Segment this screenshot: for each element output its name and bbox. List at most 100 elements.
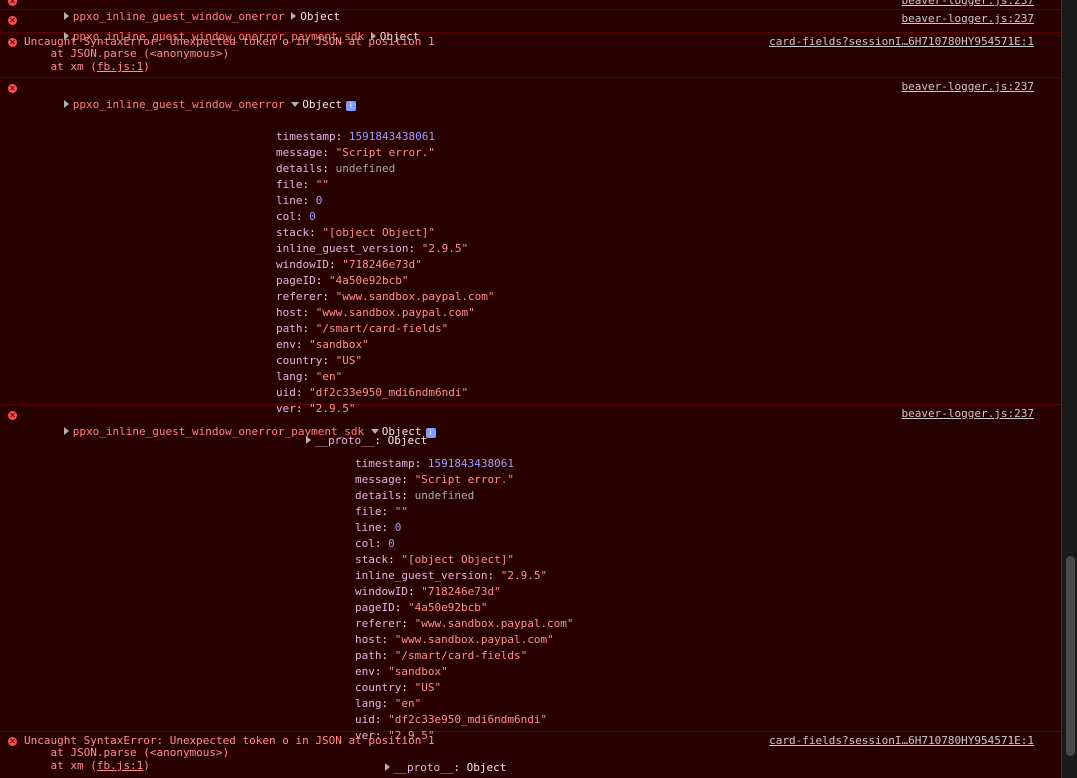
property-colon: : [388,553,402,566]
property-value: "/smart/card-fields" [315,322,449,335]
property-colon: : [407,585,422,598]
stack-source-link[interactable]: fb.js:1 [97,759,143,772]
property-key: inline_guest_version [355,569,488,582]
object-label[interactable]: Object [382,425,422,438]
property-row: path: "/smart/card-fields" [276,321,1062,337]
property-colon: : [335,130,349,143]
property-value: "" [394,505,408,518]
property-row: pageID: "4a50e92bcb" [276,273,1062,289]
property-row: stack: "[object Object]" [276,225,1062,241]
event-name: ppxo_inline_guest_window_onerror_payment… [72,425,365,438]
property-key: country [355,681,402,694]
property-value: "[object Object]" [322,226,435,239]
property-row: country: "US" [276,353,1062,369]
source-link[interactable]: card-fields?sessionI…6H710780HY954571E:1 [769,34,1034,50]
property-key: env [355,665,375,678]
triangle-right-icon[interactable] [63,100,69,108]
property-value: "US" [414,681,442,694]
property-key: uid [355,713,375,726]
property-value: "en" [315,370,343,383]
property-key: timestamp [355,457,415,470]
property-key: details [355,489,402,502]
property-row: line: 0 [276,193,1062,209]
property-colon: : [295,210,310,223]
property-key: col [355,537,375,550]
property-row: file: "" [355,504,1062,520]
property-key: file [355,505,382,518]
property-colon: : [394,601,408,614]
vertical-scrollbar[interactable] [1061,0,1077,778]
property-colon: : [302,306,316,319]
property-key: windowID [355,585,408,598]
property-row: env: "sandbox" [355,664,1062,680]
property-colon: : [309,226,323,239]
property-colon: : [381,697,395,710]
source-link[interactable]: beaver-logger.js:237 [902,406,1034,422]
property-value: "df2c33e950_mdi6ndm6ndi" [388,713,548,726]
property-value: "www.sandbox.paypal.com" [335,290,495,303]
property-row: lang: "en" [355,696,1062,712]
console-message: ✕ ppxo_inline_guest_window_onerror Objec… [0,0,1062,23]
source-link[interactable]: beaver-logger.js:237 [902,79,1034,95]
property-row: pageID: "4a50e92bcb" [355,600,1062,616]
property-colon: : [322,290,336,303]
property-row: col: 0 [355,536,1062,552]
info-icon[interactable]: i [346,101,357,111]
property-colon: : [401,473,415,486]
object-label[interactable]: Object [302,98,342,111]
triangle-down-icon[interactable] [291,102,300,107]
property-value: "[object Object]" [401,553,514,566]
property-key: stack [355,553,389,566]
property-key: line [276,194,303,207]
property-row: timestamp: 1591843438061 [355,456,1062,472]
syntax-error-message: ✕ Uncaught SyntaxError: Unexpected token… [0,732,1062,776]
property-row: message: "Script error." [355,472,1062,488]
object-properties: timestamp: 1591843438061 message: "Script… [0,456,1062,744]
property-key: file [276,178,303,191]
stack-suffix: ) [143,759,150,772]
property-colon: : [302,322,316,335]
property-row: host: "www.sandbox.paypal.com" [355,632,1062,648]
property-value: "4a50e92bcb" [408,601,488,614]
property-colon: : [401,617,415,630]
triangle-right-icon[interactable] [63,427,69,435]
property-row: timestamp: 1591843438061 [276,129,1062,145]
property-colon: : [374,537,389,550]
error-circle-icon: ✕ [8,411,17,420]
property-value: 1591843438061 [348,130,435,143]
property-colon: : [401,489,415,502]
property-key: windowID [276,258,329,271]
property-key: message [355,473,402,486]
source-link[interactable]: beaver-logger.js:237 [902,11,1034,27]
property-colon: : [315,274,329,287]
property-value: "www.sandbox.paypal.com" [394,633,554,646]
property-key: path [355,649,382,662]
property-row: details: undefined [276,161,1062,177]
scrollbar-thumb[interactable] [1066,556,1075,756]
property-value: "2.9.5" [500,569,548,582]
property-key: uid [276,386,296,399]
info-icon[interactable]: i [425,428,436,438]
property-row: referer: "www.sandbox.paypal.com" [355,616,1062,632]
property-key: timestamp [276,130,336,143]
stack-source-link[interactable]: fb.js:1 [97,60,143,73]
triangle-down-icon[interactable] [370,429,379,434]
property-colon: : [374,665,389,678]
property-colon: : [322,146,336,159]
stack-line: at xm (fb.js:1) [24,60,1062,73]
property-value: 0 [388,537,395,550]
error-circle-icon: ✕ [8,38,17,47]
property-key: path [276,322,303,335]
property-value: "2.9.5" [421,242,469,255]
source-link[interactable]: beaver-logger.js:237 [902,0,1034,9]
stack-suffix: ) [143,60,150,73]
property-row: col: 0 [276,209,1062,225]
property-row: stack: "[object Object]" [355,552,1062,568]
property-value: 0 [309,210,316,223]
source-link[interactable]: card-fields?sessionI…6H710780HY954571E:1 [769,733,1034,749]
property-value: "www.sandbox.paypal.com" [414,617,574,630]
property-value: "Script error." [335,146,435,159]
property-value: "4a50e92bcb" [329,274,409,287]
property-colon: : [381,505,395,518]
property-key: host [355,633,382,646]
